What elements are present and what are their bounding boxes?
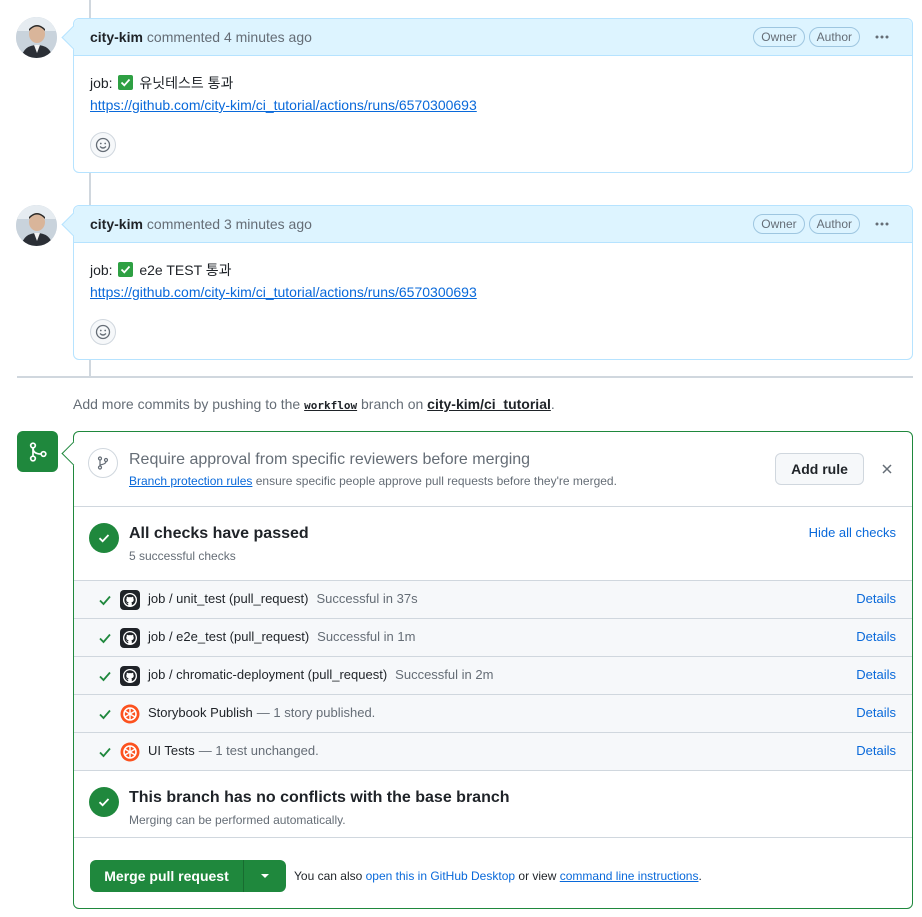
- check-circle-icon: [89, 787, 119, 817]
- checks-title: All checks have passed: [129, 525, 309, 542]
- owner-badge: Owner: [753, 27, 805, 47]
- check-description: — 1 test unchanged.: [198, 743, 319, 758]
- checks-summary: All checks have passed 5 successful chec…: [74, 507, 912, 581]
- comment-author[interactable]: city-kim: [90, 29, 143, 45]
- check-name: UI Tests: [148, 743, 195, 758]
- check-details-link[interactable]: Details: [856, 629, 896, 644]
- approval-text: ensure specific people approve pull requ…: [255, 474, 617, 488]
- push-note-prefix: Add more commits by pushing to the: [73, 396, 301, 412]
- branch-icon: [88, 448, 118, 478]
- avatar[interactable]: [16, 17, 57, 58]
- check-name: job / chromatic-deployment (pull_request…: [148, 667, 388, 682]
- check-description: Successful in 37s: [316, 591, 418, 606]
- comment-body: job: e2e TEST 통과 https://github.com/city…: [74, 243, 912, 361]
- comment-timestamp[interactable]: commented 4 minutes ago: [147, 29, 312, 45]
- kebab-menu-icon[interactable]: [868, 26, 896, 48]
- kebab-menu-icon[interactable]: [868, 213, 896, 235]
- git-merge-icon: [17, 431, 58, 472]
- comment-text: 유닛테스트 통과: [139, 75, 234, 91]
- github-desktop-link[interactable]: open this in GitHub Desktop: [366, 869, 515, 883]
- comment-header: city-kim commented 4 minutes ago Owner A…: [74, 19, 912, 56]
- check-mark-emoji-icon: [118, 75, 134, 90]
- check-row: job / chromatic-deployment (pull_request…: [74, 657, 912, 695]
- push-note: Add more commits by pushing to the workf…: [73, 396, 555, 412]
- check-details-link[interactable]: Details: [856, 591, 896, 606]
- check-icon: [99, 671, 111, 682]
- add-reaction-button[interactable]: [90, 319, 116, 345]
- comment: city-kim commented 3 minutes ago Owner A…: [73, 205, 913, 360]
- check-row: Storybook Publish — 1 story published. De…: [74, 695, 912, 733]
- check-name: Storybook Publish: [148, 705, 253, 720]
- comment-prefix: job:: [90, 75, 113, 91]
- check-icon: [99, 747, 111, 758]
- approval-title: Require approval from specific reviewers…: [129, 451, 531, 468]
- owner-badge: Owner: [753, 214, 805, 234]
- repo-link[interactable]: city-kim/ci_tutorial: [427, 396, 551, 412]
- close-icon[interactable]: [877, 459, 897, 479]
- push-note-suffix: .: [550, 396, 555, 412]
- actions-run-link[interactable]: https://github.com/city-kim/ci_tutorial/…: [90, 284, 477, 300]
- avatar[interactable]: [16, 205, 57, 246]
- timeline-line: [89, 173, 91, 206]
- chromatic-icon: [120, 704, 140, 724]
- check-description: Successful in 2m: [395, 667, 494, 682]
- check-mark-emoji-icon: [118, 262, 134, 277]
- comment-text: e2e TEST 통과: [139, 262, 232, 278]
- comment-body: job: 유닛테스트 통과 https://github.com/city-ki…: [74, 56, 912, 174]
- merge-section: Merge pull request You can also open thi…: [74, 838, 912, 908]
- check-description: — 1 story published.: [256, 705, 376, 720]
- check-details-link[interactable]: Details: [856, 743, 896, 758]
- branch-protection-link[interactable]: Branch protection rules: [129, 474, 252, 488]
- check-name: job / e2e_test (pull_request): [148, 629, 310, 644]
- github-icon: [120, 590, 140, 610]
- check-icon: [99, 595, 111, 606]
- github-icon: [120, 628, 140, 648]
- check-description: Successful in 1m: [317, 629, 416, 644]
- merge-pull-request-button[interactable]: Merge pull request: [90, 860, 286, 892]
- checks-subtitle: 5 successful checks: [129, 549, 236, 563]
- smiley-icon: [95, 137, 111, 153]
- check-row: UI Tests — 1 test unchanged. Details: [74, 733, 912, 771]
- timeline-line: [89, 0, 91, 18]
- conflicts-subtitle: Merging can be performed automatically.: [129, 813, 346, 827]
- merge-note-middle: or view: [518, 869, 557, 883]
- push-note-middle: branch on: [361, 396, 424, 412]
- merge-button-label[interactable]: Merge pull request: [90, 860, 244, 892]
- github-icon: [120, 666, 140, 686]
- check-row: job / e2e_test (pull_request) Successful …: [74, 619, 912, 657]
- smiley-icon: [95, 324, 111, 340]
- comment-author[interactable]: city-kim: [90, 216, 143, 232]
- check-details-link[interactable]: Details: [856, 705, 896, 720]
- check-icon: [99, 633, 111, 644]
- merge-note: You can also open this in GitHub Desktop…: [294, 869, 702, 883]
- check-name: job / unit_test (pull_request): [148, 591, 309, 606]
- comment: city-kim commented 4 minutes ago Owner A…: [73, 18, 913, 173]
- hide-checks-link[interactable]: Hide all checks: [809, 525, 896, 540]
- comment-prefix: job:: [90, 262, 113, 278]
- check-row: job / unit_test (pull_request) Successful…: [74, 581, 912, 619]
- author-badge: Author: [808, 214, 860, 234]
- comment-timestamp[interactable]: commented 3 minutes ago: [147, 216, 312, 232]
- comment-header: city-kim commented 3 minutes ago Owner A…: [74, 206, 912, 243]
- author-badge: Author: [808, 27, 860, 47]
- merge-options-caret-icon[interactable]: [244, 860, 286, 892]
- branch-name[interactable]: workflow: [304, 399, 357, 412]
- merge-note-suffix: .: [698, 869, 702, 883]
- conflicts-title: This branch has no conflicts with the ba…: [129, 789, 510, 806]
- add-reaction-button[interactable]: [90, 132, 116, 158]
- approval-section: Require approval from specific reviewers…: [74, 432, 912, 507]
- check-details-link[interactable]: Details: [856, 667, 896, 682]
- actions-run-link[interactable]: https://github.com/city-kim/ci_tutorial/…: [90, 97, 477, 113]
- add-rule-button[interactable]: Add rule: [775, 453, 864, 485]
- merge-note-prefix: You can also: [294, 869, 363, 883]
- check-circle-icon: [89, 523, 119, 553]
- merge-box: Require approval from specific reviewers…: [73, 431, 913, 909]
- check-icon: [99, 709, 111, 720]
- command-line-link[interactable]: command line instructions: [560, 869, 699, 883]
- conflicts-section: This branch has no conflicts with the ba…: [74, 771, 912, 838]
- timeline-line: [89, 360, 91, 376]
- chromatic-icon: [120, 742, 140, 762]
- timeline-separator: [17, 376, 913, 378]
